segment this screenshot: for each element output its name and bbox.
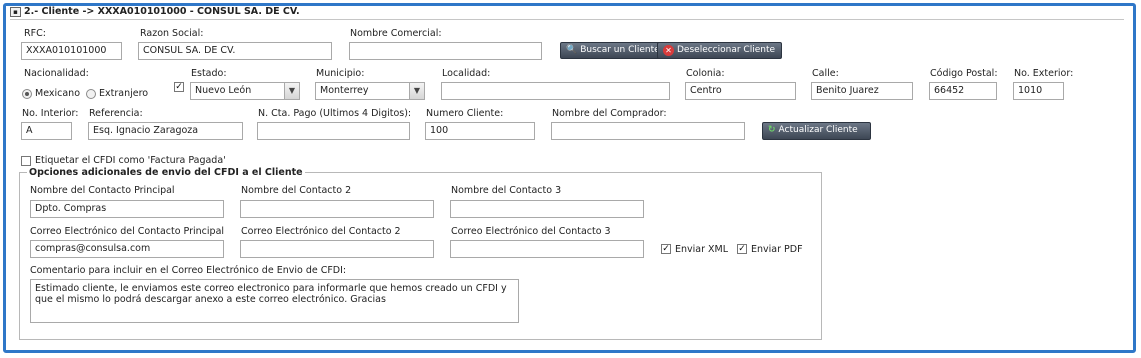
chevron-down-icon: ▼ [409, 83, 424, 99]
enviar-xml-checkbox[interactable]: ✓ [661, 244, 671, 254]
actualizar-cliente-button[interactable]: ↻ Actualizar Cliente [762, 122, 871, 140]
referencia-field[interactable]: Esq. Ignacio Zaragoza [88, 122, 243, 140]
estado-select[interactable]: Nuevo León ▼ [190, 82, 300, 100]
factura-pagada-label: Etiquetar el CFDI como 'Factura Pagada' [35, 155, 226, 166]
municipio-select[interactable]: Monterrey ▼ [315, 82, 425, 100]
nacionalidad-label: Nacionalidad: [24, 68, 89, 79]
deseleccionar-cliente-button[interactable]: ✕ Deseleccionar Cliente [657, 42, 783, 59]
contacto-3-field[interactable] [450, 200, 644, 218]
actualizar-cliente-label: Actualizar Cliente [778, 125, 858, 135]
nombre-comercial-field[interactable] [349, 42, 542, 60]
correo-principal-field[interactable]: compras@consulsa.com [30, 240, 224, 258]
contacto-2-field[interactable] [240, 200, 434, 218]
comentario-textarea[interactable]: Estimado cliente, le enviamos este corre… [30, 279, 519, 323]
razon-social-label: Razon Social: [140, 28, 204, 39]
contacto-principal-field[interactable]: Dpto. Compras [30, 200, 224, 218]
cta-pago-label: N. Cta. Pago (Ultimos 4 Digitos): [258, 108, 412, 119]
calle-field[interactable]: Benito Juarez [811, 82, 913, 100]
comentario-label: Comentario para incluir en el Correo Ele… [30, 265, 347, 276]
enviar-xml-label: Enviar XML [675, 244, 729, 255]
opciones-envio-legend: Opciones adicionales de envio del CFDI a… [27, 167, 305, 178]
enviar-pdf-checkbox[interactable]: ✓ [737, 244, 747, 254]
correo-2-label: Correo Electrónico del Contacto 2 [241, 226, 401, 237]
rfc-label: RFC: [24, 28, 46, 39]
no-interior-label: No. Interior: [22, 108, 79, 119]
binoculars-icon: 🔍 [566, 45, 578, 55]
referencia-label: Referencia: [89, 108, 143, 119]
calle-label: Calle: [812, 68, 839, 79]
radio-mexicano[interactable] [22, 89, 32, 99]
nombre-comprador-field[interactable] [551, 122, 745, 140]
no-exterior-label: No. Exterior: [1014, 68, 1074, 79]
correo-3-label: Correo Electrónico del Contacto 3 [451, 226, 611, 237]
radio-extranjero[interactable] [86, 89, 96, 99]
contacto-3-label: Nombre del Contacto 3 [451, 185, 562, 196]
numero-cliente-field[interactable]: 100 [425, 122, 535, 140]
no-interior-field[interactable]: A [21, 122, 72, 140]
buscar-cliente-label: Buscar un Cliente [580, 45, 660, 55]
no-exterior-field[interactable]: 1010 [1013, 82, 1064, 100]
deseleccionar-cliente-label: Deseleccionar Cliente [677, 45, 776, 55]
colonia-field[interactable]: Centro [685, 82, 796, 100]
razon-social-field[interactable]: CONSUL SA. DE CV. [138, 42, 332, 60]
close-circle-icon: ✕ [663, 45, 674, 56]
localidad-field[interactable] [441, 82, 670, 100]
section-header: ▪ 2.- Cliente -> XXXA010101000 - CONSUL … [10, 6, 1124, 20]
numero-cliente-label: Numero Cliente: [426, 108, 504, 119]
estado-checkbox[interactable]: ✓ [174, 82, 184, 92]
codigo-postal-field[interactable]: 66452 [929, 82, 997, 100]
extranjero-label: Extranjero [99, 88, 149, 99]
buscar-cliente-button[interactable]: 🔍 Buscar un Cliente [560, 42, 667, 59]
cta-pago-field[interactable] [257, 122, 410, 140]
colonia-label: Colonia: [686, 68, 725, 79]
nombre-comprador-label: Nombre del Comprador: [552, 108, 667, 119]
municipio-label: Municipio: [316, 68, 365, 79]
rfc-field[interactable]: XXXA010101000 [21, 42, 122, 60]
factura-pagada-checkbox[interactable] [21, 156, 31, 166]
correo-3-field[interactable] [450, 240, 644, 258]
section-title: 2.- Cliente -> XXXA010101000 - CONSUL SA… [24, 6, 300, 17]
chevron-down-icon: ▼ [284, 83, 299, 99]
codigo-postal-label: Código Postal: [930, 68, 998, 79]
enviar-pdf-label: Enviar PDF [751, 244, 803, 255]
nombre-comercial-label: Nombre Comercial: [350, 28, 442, 39]
estado-value: Nuevo León [195, 85, 252, 96]
estado-label: Estado: [191, 68, 227, 79]
correo-2-field[interactable] [240, 240, 434, 258]
refresh-icon: ↻ [768, 125, 776, 135]
localidad-label: Localidad: [442, 68, 491, 79]
municipio-value: Monterrey [320, 85, 369, 96]
contacto-principal-label: Nombre del Contacto Principal [30, 185, 175, 196]
mexicano-label: Mexicano [35, 88, 81, 99]
collapse-toggle-icon[interactable]: ▪ [10, 7, 21, 17]
contacto-2-label: Nombre del Contacto 2 [241, 185, 352, 196]
correo-principal-label: Correo Electrónico del Contacto Principa… [30, 226, 225, 237]
